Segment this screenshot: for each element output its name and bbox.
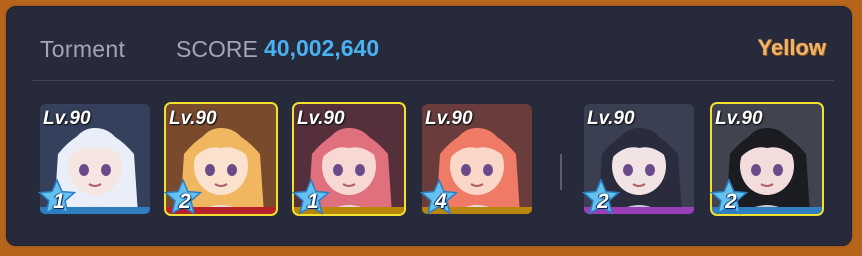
student-slot-4[interactable]: Lv.90 4: [420, 104, 532, 215]
star-rank: 2: [179, 190, 191, 213]
header-divider: [32, 80, 834, 81]
student-level: Lv.90: [43, 108, 91, 129]
student-slot-5[interactable]: Lv.90 2: [582, 104, 694, 215]
student-level: Lv.90: [169, 108, 217, 129]
student-slot-2[interactable]: Lv.90 2: [164, 102, 278, 216]
score-label: SCORE: [176, 36, 258, 62]
star-rank: 1: [53, 190, 65, 213]
striker-special-separator: [560, 154, 562, 190]
star-rank: 1: [307, 190, 319, 213]
score-value: 40,002,640: [264, 35, 380, 61]
difficulty-label: Torment: [40, 36, 126, 62]
star-rank: 4: [435, 190, 447, 213]
student-level: Lv.90: [297, 108, 345, 129]
armor-type-label: Yellow: [757, 35, 826, 60]
student-level: Lv.90: [425, 108, 473, 129]
star-rank: 2: [597, 190, 609, 213]
record-header: Torment SCORE 40,002,640 Yellow: [6, 6, 852, 80]
student-slot-1[interactable]: Lv.90 1: [38, 104, 150, 215]
star-rank: 2: [725, 190, 737, 213]
student-level: Lv.90: [715, 108, 763, 129]
student-slot-6[interactable]: Lv.90 2: [710, 102, 824, 216]
student-level: Lv.90: [587, 108, 635, 129]
student-slot-3[interactable]: Lv.90 1: [292, 102, 406, 216]
